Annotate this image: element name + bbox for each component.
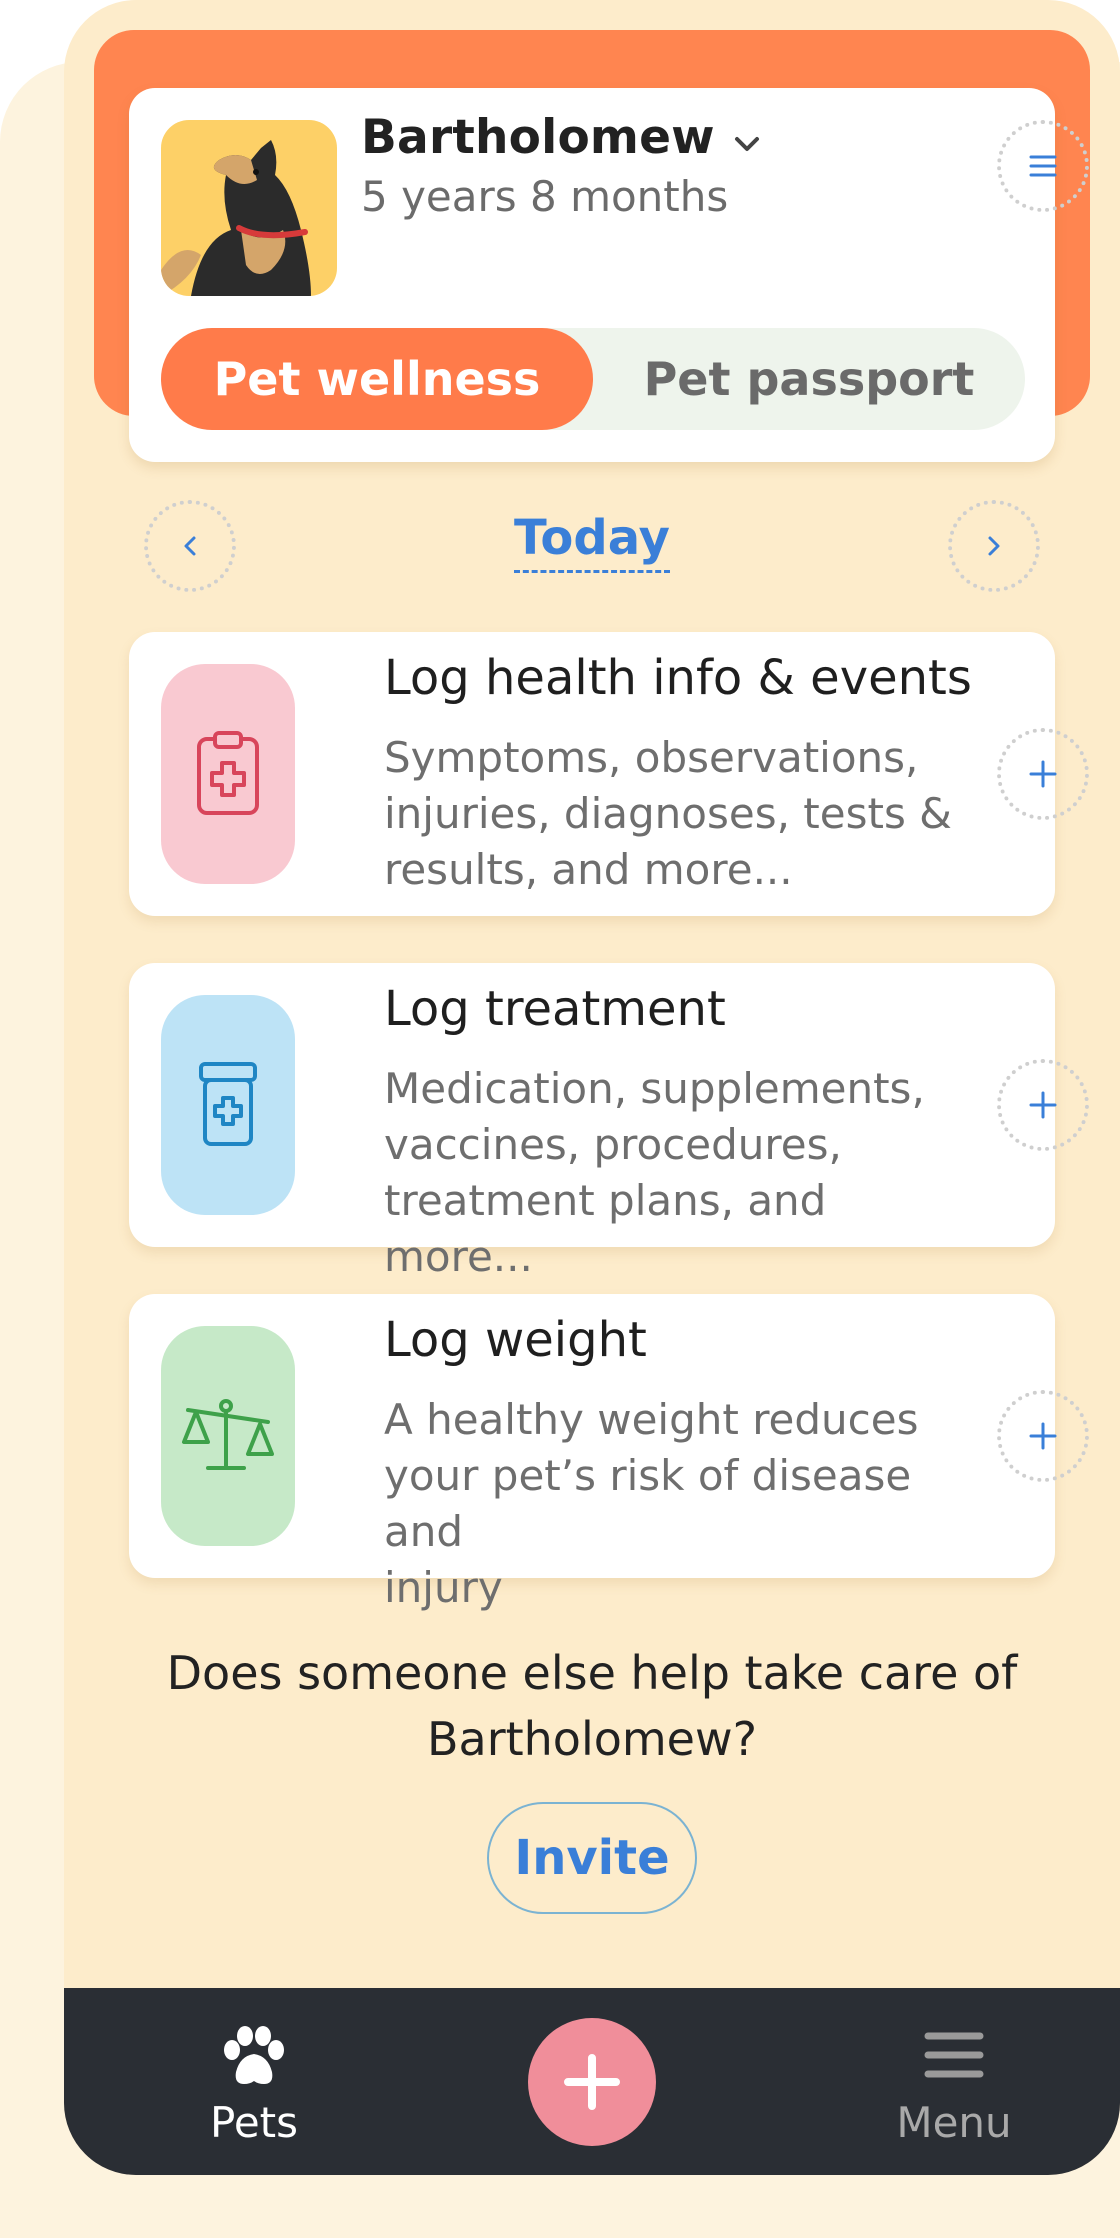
nav-pets[interactable]: Pets <box>154 1988 354 2175</box>
chevron-right-icon <box>988 536 1000 556</box>
plus-icon <box>1029 1422 1057 1450</box>
hamburger-icon <box>1029 155 1057 177</box>
paw-icon <box>224 2026 284 2084</box>
clipboard-medical-icon <box>161 664 295 884</box>
log-health-description: Symptoms, observations, injuries, diagno… <box>384 733 952 894</box>
pet-avatar[interactable] <box>161 120 337 296</box>
plus-icon <box>1029 1091 1057 1119</box>
pet-name[interactable]: Bartholomew <box>361 110 715 165</box>
nav-pets-label: Pets <box>209 2098 299 2147</box>
log-treatment-title: Log treatment <box>384 981 726 1037</box>
add-weight-log-button[interactable] <box>997 1390 1089 1482</box>
pet-menu-button[interactable] <box>997 120 1089 212</box>
log-health-card[interactable]: Log health info & events Symptoms, obser… <box>129 632 1089 916</box>
nav-menu[interactable]: Menu <box>854 1988 1054 2175</box>
view-toggle: Pet wellness Pet passport <box>161 328 1025 430</box>
date-label[interactable]: Today <box>514 510 670 573</box>
add-health-log-button[interactable] <box>997 728 1089 820</box>
tab-pet-passport[interactable]: Pet passport <box>593 328 1025 430</box>
log-treatment-description: Medication, supplements, vaccines, proce… <box>384 1064 925 1281</box>
pet-age: 5 years 8 months <box>361 172 729 221</box>
chevron-down-icon[interactable] <box>729 126 765 162</box>
caregiver-prompt: Does someone else help take care of Bart… <box>166 1646 1018 1766</box>
log-health-title: Log health info & events <box>384 650 972 706</box>
plus-icon <box>564 2054 620 2110</box>
log-treatment-card[interactable]: Log treatment Medication, supplements, v… <box>129 963 1089 1281</box>
add-treatment-log-button[interactable] <box>997 1059 1089 1151</box>
weight-scale-icon <box>161 1326 295 1546</box>
tab-pet-wellness[interactable]: Pet wellness <box>161 328 593 430</box>
log-weight-card[interactable]: Log weight A healthy weight reduces your… <box>129 1294 1089 1612</box>
app-screen: Bartholomew 5 years 8 months Pet wellnes… <box>64 0 1120 2175</box>
log-weight-description: A healthy weight reduces your pet’s risk… <box>384 1395 919 1612</box>
log-weight-title: Log weight <box>384 1312 647 1368</box>
medicine-bottle-icon <box>161 995 295 1215</box>
add-entry-button[interactable] <box>528 2018 656 2146</box>
hamburger-icon <box>924 2032 984 2078</box>
invite-button[interactable]: Invite <box>487 1802 697 1914</box>
pet-profile-card: Bartholomew 5 years 8 months Pet wellnes… <box>129 88 1089 462</box>
next-day-button[interactable] <box>948 500 1040 592</box>
plus-icon <box>1029 760 1057 788</box>
nav-menu-label: Menu <box>896 2098 1012 2147</box>
